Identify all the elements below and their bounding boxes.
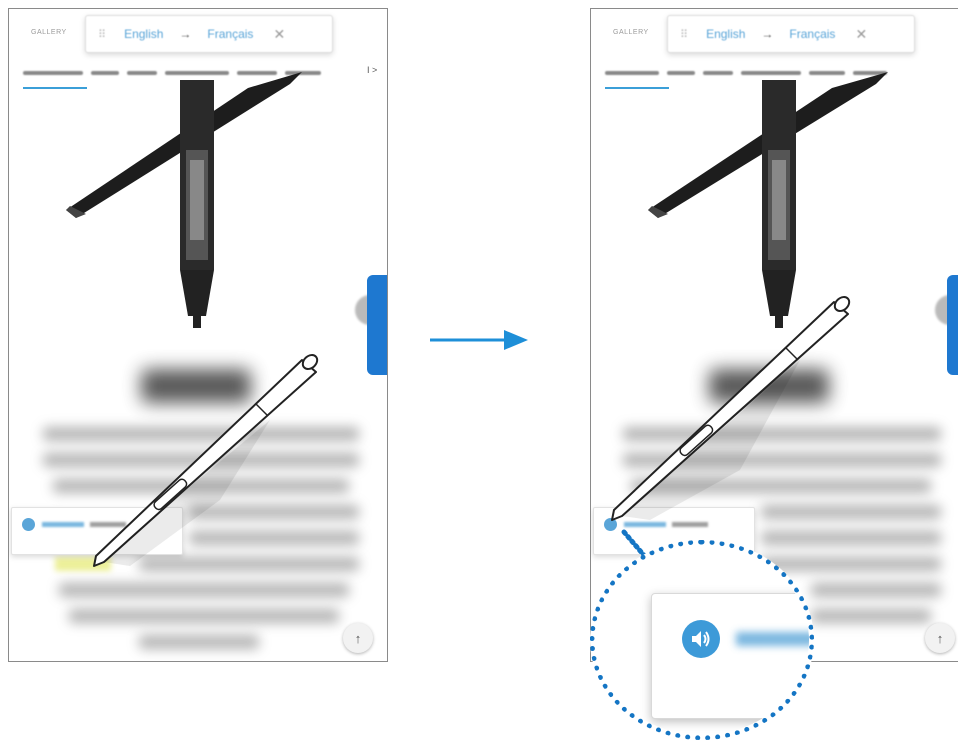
speaker-icon[interactable] — [682, 620, 720, 658]
zoom-translation-popup — [651, 593, 809, 719]
s-pen-icon — [611, 296, 851, 521]
clip-pen-left — [180, 80, 214, 328]
arrow-right-icon — [430, 330, 528, 350]
illustration-layer — [66, 72, 888, 567]
clip-pen-right — [762, 80, 796, 328]
s-pen-icon — [93, 354, 319, 567]
zoom-translated-word — [736, 632, 809, 646]
zoom-callout — [590, 540, 814, 740]
